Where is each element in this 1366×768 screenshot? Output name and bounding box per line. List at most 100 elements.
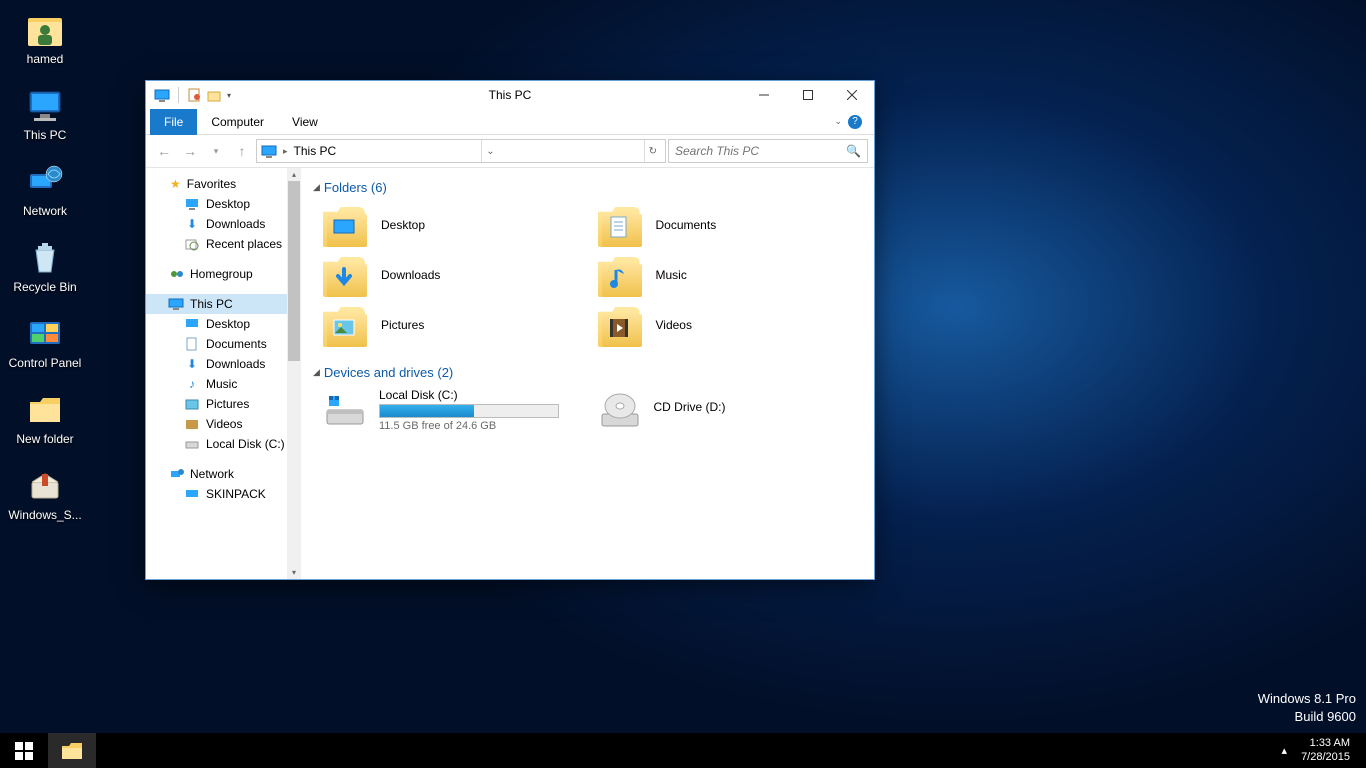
desktop-icon-hamed[interactable]: hamed (8, 8, 82, 66)
pictures-icon (184, 396, 200, 412)
desktop-icon-network[interactable]: Network (8, 160, 82, 218)
nav-network[interactable]: Network (146, 464, 301, 484)
nav-pc-music[interactable]: ♪ Music (146, 374, 301, 394)
this-pc-icon (168, 296, 184, 312)
nav-pc-desktop[interactable]: Desktop (146, 314, 301, 334)
folder-pictures[interactable]: Pictures (323, 303, 588, 347)
scroll-thumb[interactable] (288, 181, 300, 361)
tray-clock[interactable]: 1:33 AM 7/28/2015 (1293, 737, 1358, 763)
nav-pc-localdisk[interactable]: Local Disk (C:) (146, 434, 301, 454)
nav-pc-downloads[interactable]: ⬇Downloads (146, 354, 301, 374)
titlebar[interactable]: ▾ This PC (146, 81, 874, 109)
folder-icon (598, 203, 642, 247)
folder-videos[interactable]: Videos (598, 303, 863, 347)
folder-music[interactable]: Music (598, 253, 863, 297)
desktop-icon-recycle-bin[interactable]: Recycle Bin (8, 236, 82, 294)
drive-local-disk-c[interactable]: Local Disk (C:) 11.5 GB free of 24.6 GB (323, 388, 588, 432)
start-button[interactable] (0, 733, 48, 768)
folder-icon (24, 388, 66, 430)
icon-label: Control Panel (9, 356, 82, 370)
breadcrumb-bar[interactable]: ▸ This PC ⌄ ↻ (256, 139, 666, 163)
icon-label: hamed (27, 52, 64, 66)
nav-label: Favorites (187, 177, 236, 191)
desktop-icons: hamed This PC Network Recycle Bin Contro… (8, 8, 82, 522)
desktop-icon-this-pc[interactable]: This PC (8, 84, 82, 142)
desktop-icon-windows-s[interactable]: Windows_S... (8, 464, 82, 522)
section-title: Folders (6) (324, 180, 387, 195)
chevron-right-icon[interactable]: ▸ (283, 146, 288, 157)
collapse-icon: ◢ (313, 182, 320, 193)
system-tray: ▴ 1:33 AM 7/28/2015 (1276, 737, 1366, 763)
videos-icon (184, 416, 200, 432)
network-icon (170, 467, 184, 481)
forward-button[interactable]: → (178, 139, 202, 163)
nav-scrollbar[interactable]: ▴ ▾ (287, 168, 301, 579)
desktop-icon-control-panel[interactable]: Control Panel (8, 312, 82, 370)
ribbon-expand-icon[interactable]: ⌄ (834, 116, 842, 127)
taskbar-file-explorer[interactable] (48, 733, 96, 768)
search-box[interactable]: 🔍 (668, 139, 868, 163)
qat-dropdown-icon[interactable]: ▾ (227, 91, 231, 100)
nav-fav-recent[interactable]: Recent places (146, 234, 301, 254)
nav-item-label: Music (206, 377, 237, 391)
up-button[interactable]: ↑ (230, 139, 254, 163)
breadcrumb-dropdown-icon[interactable]: ⌄ (481, 140, 498, 162)
breadcrumb-this-pc[interactable]: This PC (294, 144, 337, 158)
nav-label: Homegroup (190, 267, 253, 281)
nav-this-pc[interactable]: This PC (146, 294, 301, 314)
window-controls (742, 81, 874, 109)
music-icon: ♪ (184, 376, 200, 392)
section-folders-header[interactable]: ◢ Folders (6) (313, 176, 862, 203)
new-folder-icon[interactable] (207, 88, 221, 102)
nav-item-label: Downloads (206, 217, 265, 231)
scroll-down-icon[interactable]: ▾ (287, 566, 301, 579)
refresh-button[interactable]: ↻ (644, 140, 661, 162)
folder-label: Videos (656, 318, 692, 332)
help-icon[interactable]: ? (848, 115, 862, 129)
desktop-icon (184, 196, 200, 212)
tray-overflow-icon[interactable]: ▴ (1276, 744, 1294, 757)
folder-desktop[interactable]: Desktop (323, 203, 588, 247)
folder-downloads[interactable]: Downloads (323, 253, 588, 297)
minimize-button[interactable] (742, 81, 786, 109)
nav-label: This PC (190, 297, 233, 311)
homegroup-icon (170, 267, 184, 281)
scroll-up-icon[interactable]: ▴ (287, 168, 301, 181)
folder-icon (323, 303, 367, 347)
nav-pc-pictures[interactable]: Pictures (146, 394, 301, 414)
icon-label: Network (23, 204, 67, 218)
tray-date: 7/28/2015 (1301, 751, 1350, 764)
separator (178, 87, 179, 103)
tab-computer[interactable]: Computer (197, 109, 278, 135)
folder-icon (323, 203, 367, 247)
taskbar: ▴ 1:33 AM 7/28/2015 (0, 733, 1366, 768)
watermark-line1: Windows 8.1 Pro (1258, 690, 1356, 708)
back-button[interactable]: ← (152, 139, 176, 163)
network-icon (24, 160, 66, 202)
properties-icon[interactable] (187, 88, 201, 102)
search-icon[interactable]: 🔍 (846, 144, 861, 158)
recent-locations-button[interactable]: ▾ (204, 139, 228, 163)
drive-cd-d[interactable]: CD Drive (D:) (598, 388, 863, 432)
nav-pc-videos[interactable]: Videos (146, 414, 301, 434)
folder-documents[interactable]: Documents (598, 203, 863, 247)
content-pane: ◢ Folders (6) Desktop Documents Download… (301, 168, 874, 579)
nav-fav-downloads[interactable]: ⬇Downloads (146, 214, 301, 234)
nav-homegroup[interactable]: Homegroup (146, 264, 301, 284)
nav-net-skinpack[interactable]: SKINPACK (146, 484, 301, 504)
nav-fav-desktop[interactable]: Desktop (146, 194, 301, 214)
close-button[interactable] (830, 81, 874, 109)
desktop-icon-new-folder[interactable]: New folder (8, 388, 82, 446)
storage-bar (379, 404, 559, 418)
nav-favorites[interactable]: ★ Favorites (146, 174, 301, 194)
maximize-button[interactable] (786, 81, 830, 109)
ribbon-tabs: File Computer View ⌄ ? (146, 109, 874, 135)
tab-view[interactable]: View (278, 109, 332, 135)
section-drives-header[interactable]: ◢ Devices and drives (2) (313, 361, 862, 388)
drive-icon (184, 436, 200, 452)
file-explorer-window: ▾ This PC File Computer View ⌄ ? ← → ▾ ↑… (145, 80, 875, 580)
nav-pc-documents[interactable]: Documents (146, 334, 301, 354)
hard-drive-icon (323, 388, 367, 432)
tab-file[interactable]: File (150, 109, 197, 135)
search-input[interactable] (675, 144, 846, 158)
